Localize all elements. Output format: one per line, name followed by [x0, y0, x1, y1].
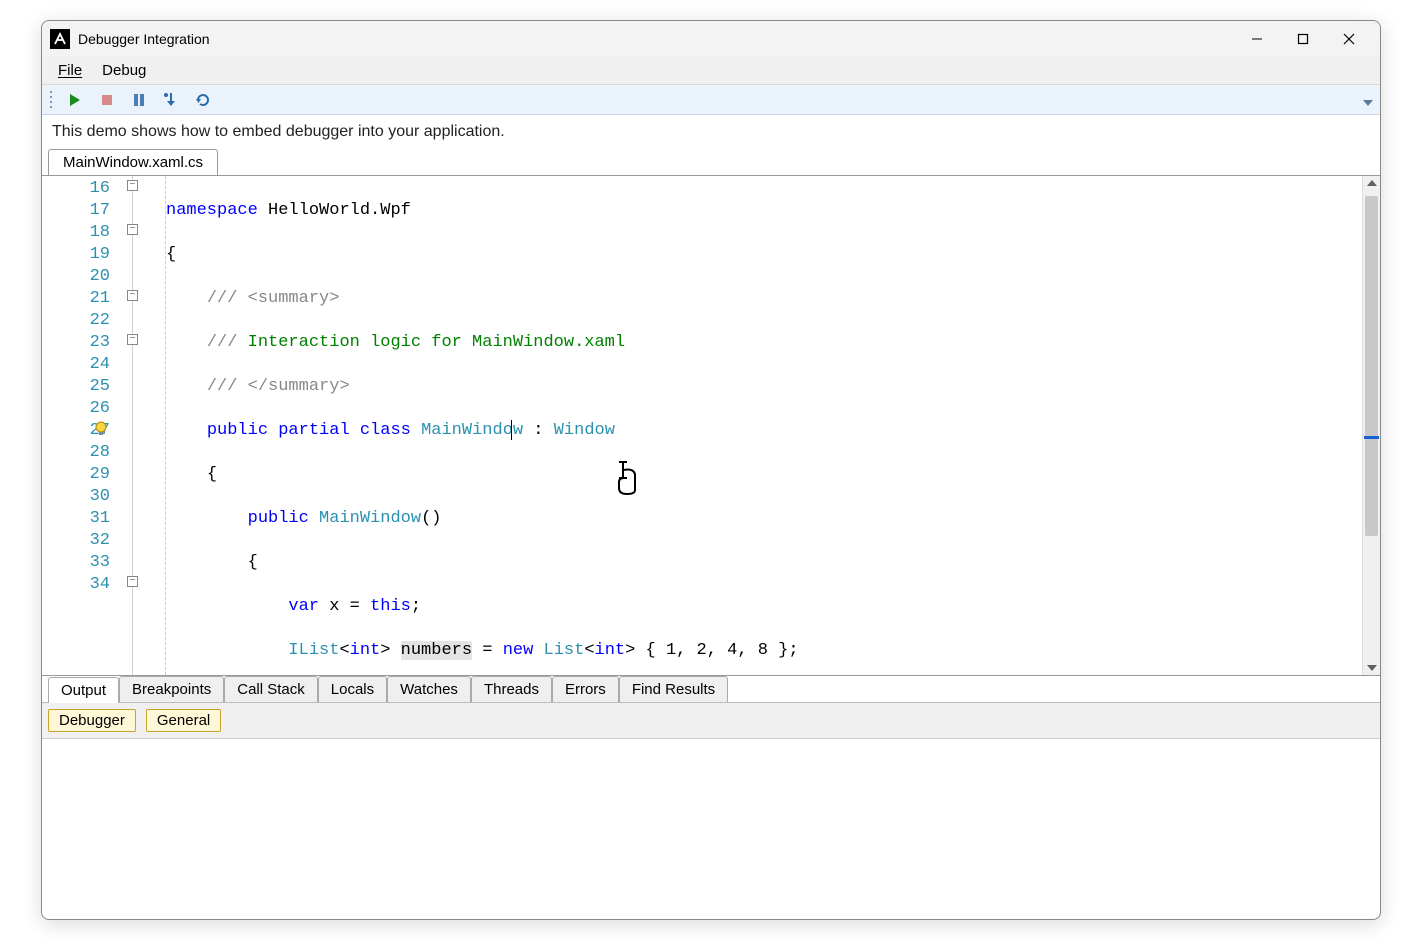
- toolbar-grip: [50, 91, 54, 109]
- menubar: File Debug: [42, 57, 1380, 85]
- subtab-general[interactable]: General: [146, 709, 221, 732]
- step-into-button[interactable]: [160, 89, 182, 111]
- restart-button[interactable]: [192, 89, 214, 111]
- toolbar-overflow-icon[interactable]: [1362, 92, 1374, 108]
- bottom-tab-bar: Output Breakpoints Call Stack Locals Wat…: [42, 676, 1380, 703]
- scroll-down-icon[interactable]: [1367, 665, 1377, 671]
- fold-toggle[interactable]: −: [127, 334, 138, 345]
- menu-file[interactable]: File: [48, 60, 92, 81]
- editor: 16 17 18 19 20 21 22 23 24 25 26 27 28 2…: [42, 175, 1380, 676]
- lightbulb-icon[interactable]: [92, 420, 110, 438]
- scroll-up-icon[interactable]: [1367, 180, 1377, 186]
- fold-margin: − − − − −: [120, 176, 166, 675]
- file-tab-mainwindow[interactable]: MainWindow.xaml.cs: [48, 149, 218, 175]
- toolbar: [42, 85, 1380, 115]
- maximize-button[interactable]: [1280, 23, 1326, 55]
- close-button[interactable]: [1326, 23, 1372, 55]
- fold-toggle[interactable]: −: [127, 576, 138, 587]
- overview-ruler[interactable]: [1362, 176, 1380, 675]
- tab-threads[interactable]: Threads: [471, 676, 552, 702]
- tab-breakpoints[interactable]: Breakpoints: [119, 676, 224, 702]
- description-text: This demo shows how to embed debugger in…: [42, 115, 1380, 149]
- output-subtabs: Debugger General: [42, 703, 1380, 739]
- file-tab-bar: MainWindow.xaml.cs: [42, 149, 1380, 175]
- overview-mark: [1364, 436, 1379, 439]
- tab-output[interactable]: Output: [48, 677, 119, 703]
- menu-debug[interactable]: Debug: [92, 60, 156, 81]
- fold-toggle[interactable]: −: [127, 180, 138, 191]
- subtab-debugger[interactable]: Debugger: [48, 709, 136, 732]
- text-caret: [511, 420, 512, 440]
- minimize-button[interactable]: [1234, 23, 1280, 55]
- scrollbar-thumb[interactable]: [1365, 196, 1378, 536]
- code-area[interactable]: namespace HelloWorld.Wpf { /// <summary>…: [166, 176, 1362, 675]
- fold-toggle[interactable]: −: [127, 224, 138, 235]
- output-panel: [42, 739, 1380, 919]
- stop-button[interactable]: [96, 89, 118, 111]
- tab-errors[interactable]: Errors: [552, 676, 619, 702]
- tab-locals[interactable]: Locals: [318, 676, 387, 702]
- titlebar: Debugger Integration: [42, 21, 1380, 57]
- run-button[interactable]: [64, 89, 86, 111]
- window-title: Debugger Integration: [78, 31, 210, 47]
- app-icon: [50, 29, 70, 49]
- tab-find-results[interactable]: Find Results: [619, 676, 728, 702]
- fold-toggle[interactable]: −: [127, 290, 138, 301]
- pause-button[interactable]: [128, 89, 150, 111]
- tab-call-stack[interactable]: Call Stack: [224, 676, 318, 702]
- tab-watches[interactable]: Watches: [387, 676, 471, 702]
